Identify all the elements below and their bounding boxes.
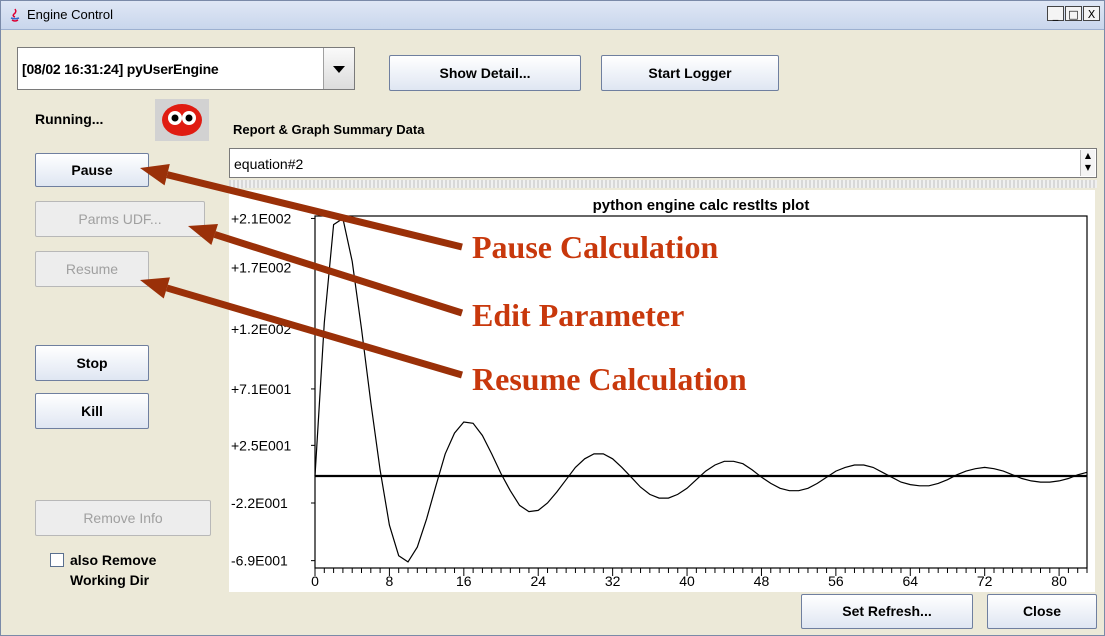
pause-annotation: Pause Calculation <box>472 229 719 265</box>
pause-arrow <box>140 163 463 251</box>
resume-arrow <box>140 277 463 379</box>
resume-annotation: Resume Calculation <box>472 361 747 397</box>
edit-parameter-annotation: Edit Parameter <box>472 297 685 333</box>
